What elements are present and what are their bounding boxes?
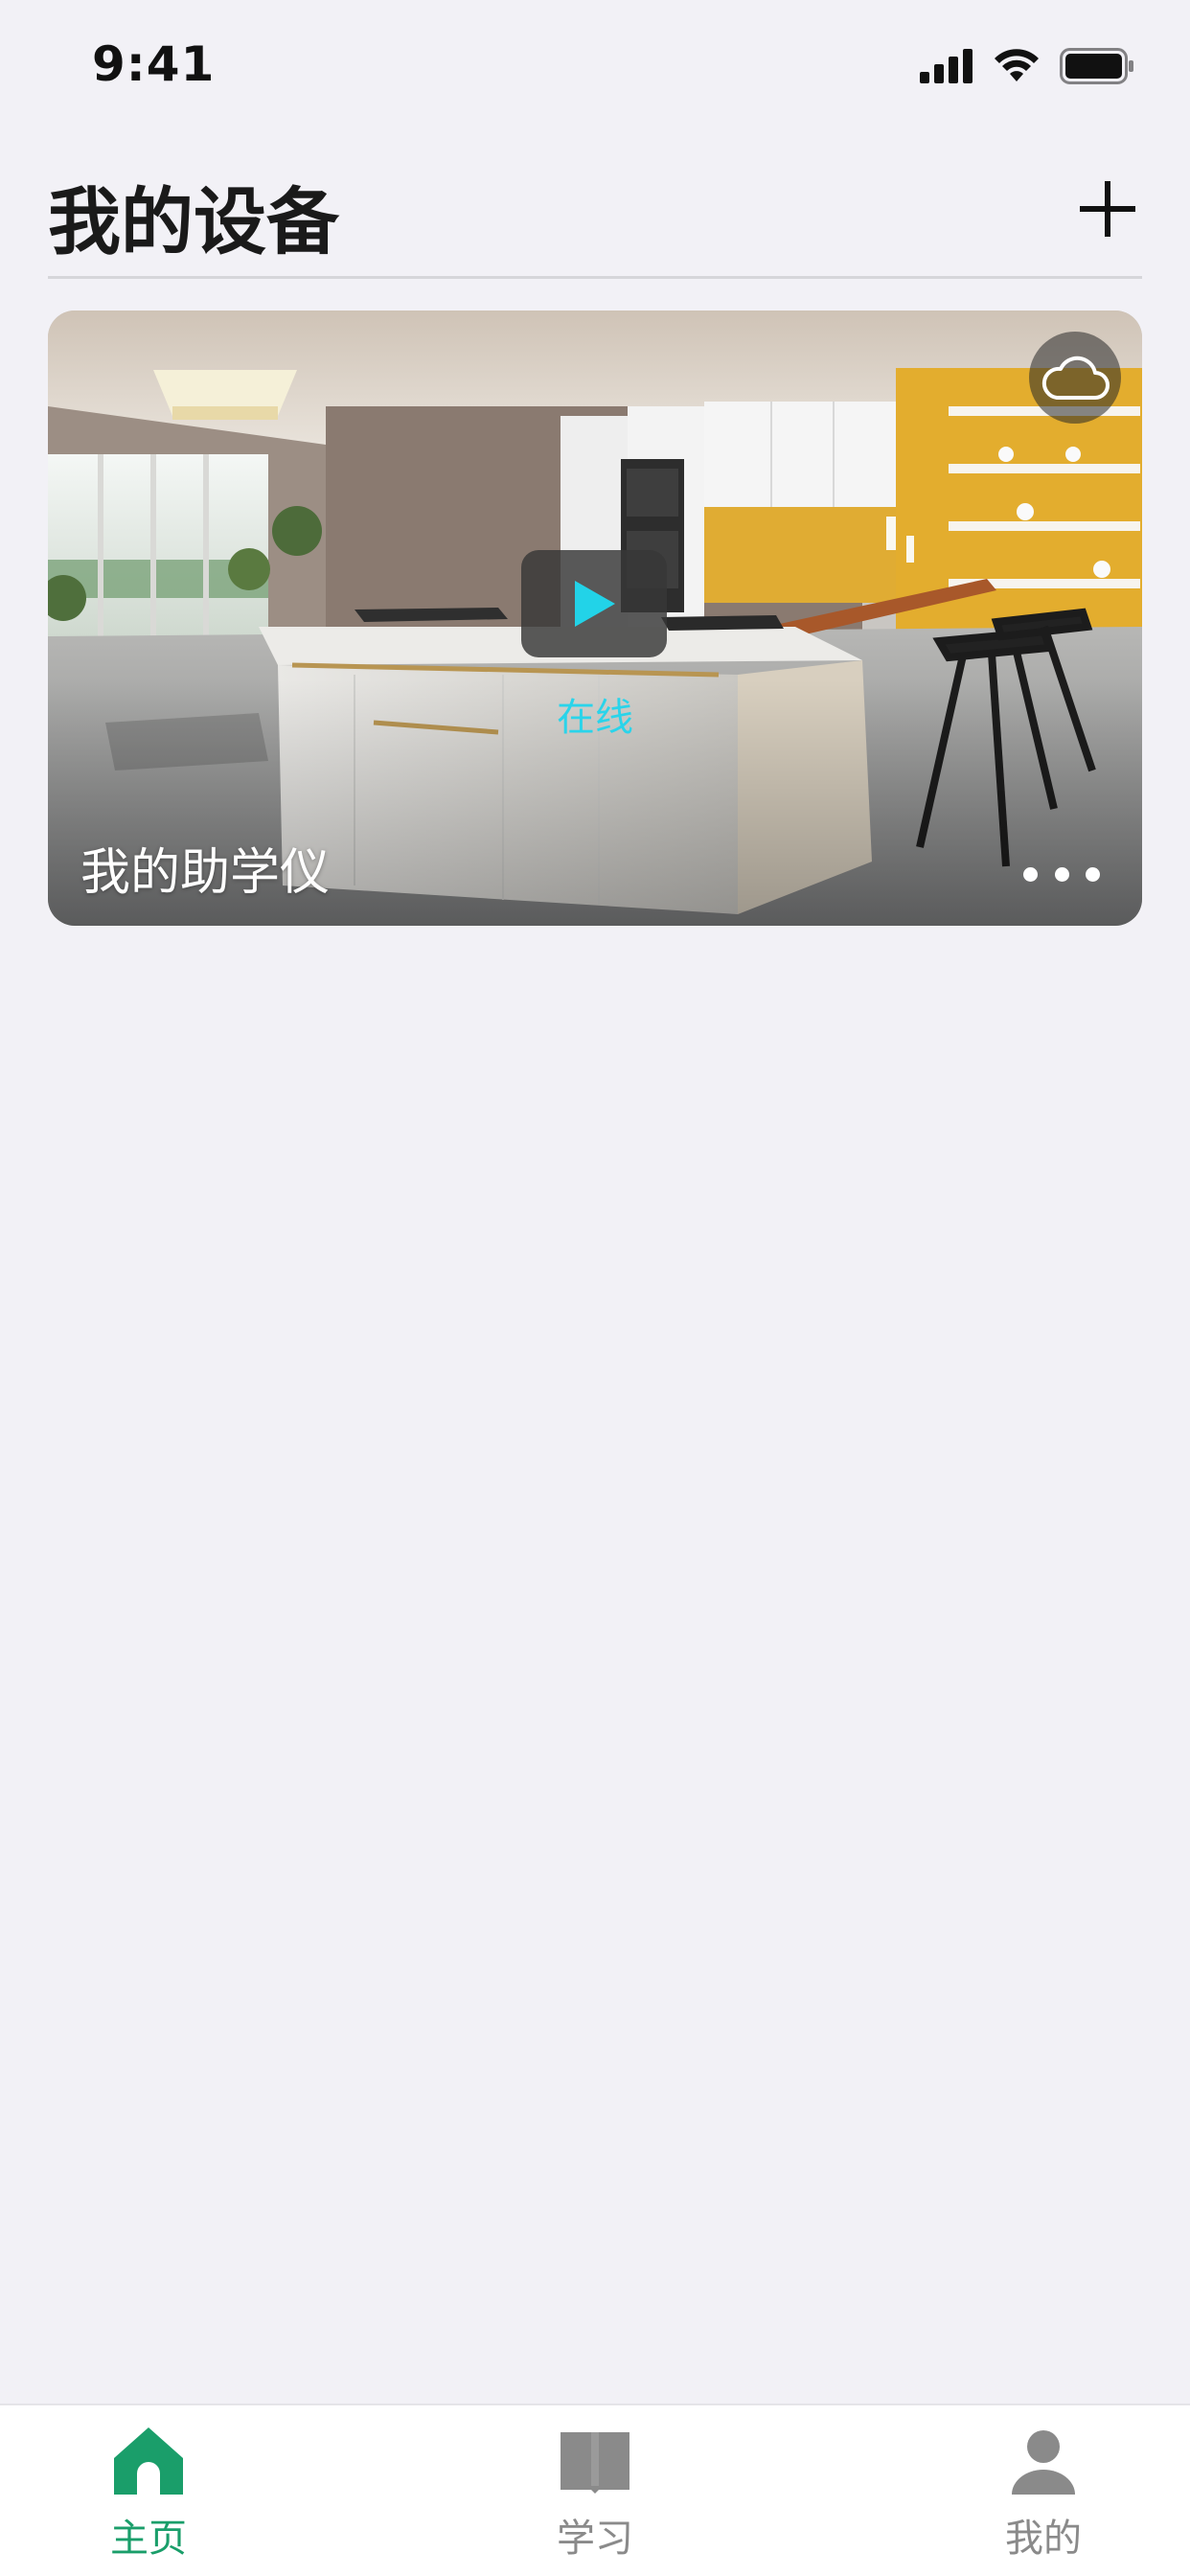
home-screen: 9:41 我的设备 在线 我的助学仪 主页 学习 我的 (0, 0, 1190, 2576)
tab-study[interactable]: 学习 (490, 2405, 700, 2576)
online-status: 在线 (557, 696, 633, 740)
status-icons (920, 48, 1134, 84)
plus-icon (1080, 181, 1135, 237)
tab-mine-label: 我的 (1005, 2517, 1082, 2561)
battery-icon (1060, 48, 1134, 84)
signal-icon (920, 49, 973, 83)
tab-bar: 主页 学习 我的 (0, 2404, 1190, 2576)
home-icon (112, 2423, 185, 2499)
person-icon (1010, 2423, 1077, 2499)
device-name: 我的助学仪 (80, 844, 331, 902)
more-options-button[interactable] (1023, 855, 1100, 893)
header: 我的设备 (48, 153, 1142, 278)
more-icon (1023, 866, 1038, 882)
tab-home[interactable]: 主页 (43, 2405, 254, 2576)
tab-mine[interactable]: 我的 (938, 2405, 1149, 2576)
device-card[interactable]: 在线 我的助学仪 (48, 310, 1142, 926)
status-bar: 9:41 (0, 0, 1190, 134)
more-icon-dot (1086, 866, 1100, 882)
add-device-button[interactable] (1073, 174, 1142, 243)
play-button[interactable] (521, 550, 667, 657)
cloud-icon (1041, 356, 1110, 400)
tab-home-label: 主页 (110, 2517, 187, 2561)
page-title: 我的设备 (48, 179, 339, 264)
cloud-storage-button[interactable] (1029, 332, 1121, 424)
status-time: 9:41 (92, 36, 216, 92)
play-icon (575, 581, 615, 627)
wifi-icon (993, 49, 1041, 83)
book-icon (559, 2423, 631, 2499)
tab-study-label: 学习 (557, 2517, 633, 2561)
more-icon-dot (1054, 866, 1069, 882)
header-divider (48, 276, 1142, 279)
